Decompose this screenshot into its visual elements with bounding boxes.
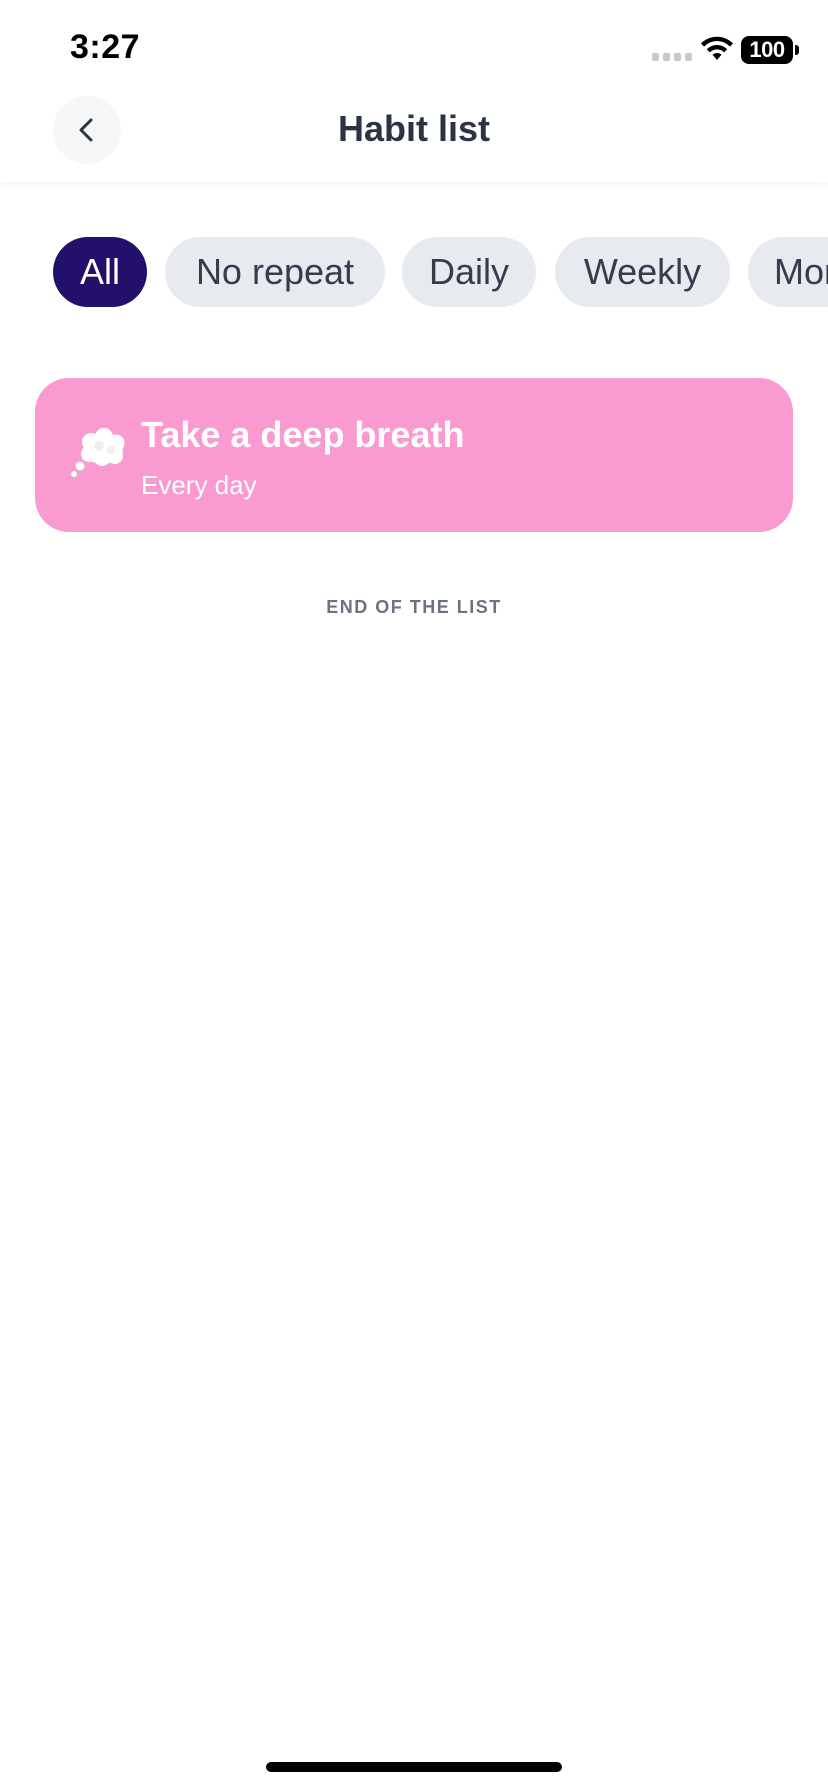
battery-cap <box>795 45 799 55</box>
battery-indicator: 100 <box>741 36 793 64</box>
filter-chip-weekly[interactable]: Weekly <box>555 237 730 307</box>
filter-chip-no-repeat[interactable]: No repeat <box>165 237 385 307</box>
filter-chips: All No repeat Daily Weekly Monthly <box>0 237 828 309</box>
status-bar: 3:27 100 <box>0 0 828 90</box>
page-title: Habit list <box>337 108 490 149</box>
habit-card[interactable]: Take a deep breath Every day <box>35 378 793 532</box>
wifi-icon <box>701 36 733 60</box>
home-indicator <box>266 1762 562 1772</box>
battery-level: 100 <box>749 37 785 62</box>
filter-chip-daily[interactable]: Daily <box>402 237 536 307</box>
filter-chip-all[interactable]: All <box>53 237 147 307</box>
habit-frequency: Every day <box>141 470 257 500</box>
filter-chip-monthly[interactable]: Monthly <box>748 237 828 307</box>
cellular-signal-icon <box>652 53 692 61</box>
end-of-list-label: END OF THE LIST <box>326 597 502 617</box>
thought-bubble-icon <box>70 428 125 478</box>
status-time: 3:27 <box>70 28 141 66</box>
habit-title: Take a deep breath <box>141 414 465 455</box>
header: Habit list <box>0 90 828 183</box>
